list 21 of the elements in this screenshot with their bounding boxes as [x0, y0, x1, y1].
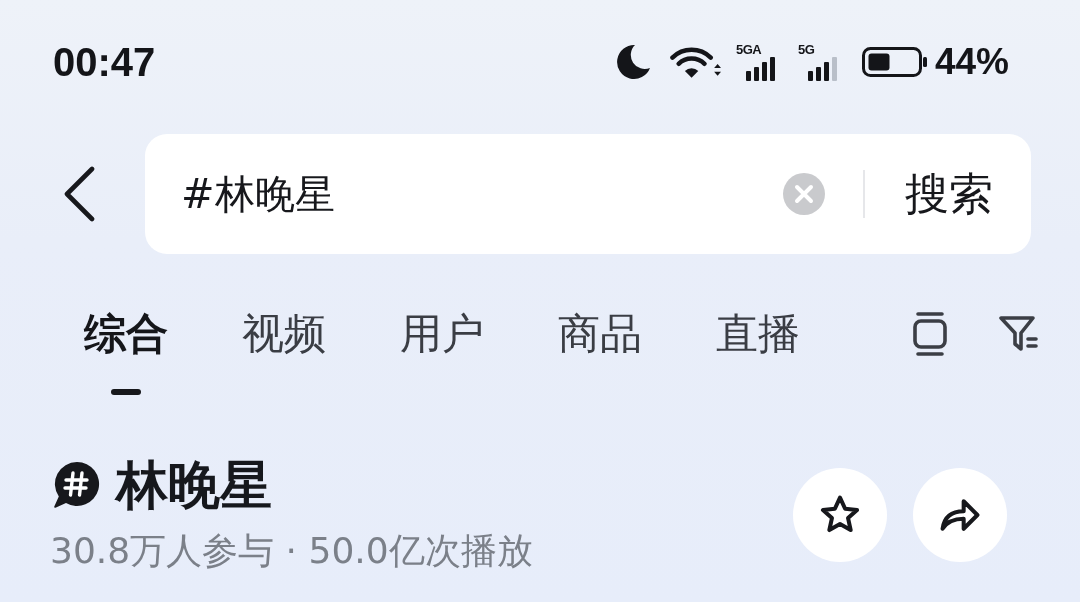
tab[interactable]: 商品 — [558, 308, 642, 360]
filter-icon[interactable] — [998, 315, 1038, 353]
battery-icon — [861, 47, 928, 77]
status-time: 00:47 — [53, 42, 156, 82]
network-label: 5G — [797, 43, 815, 56]
search-button[interactable]: 搜索 — [865, 134, 1031, 254]
signal-bars-icon — [745, 57, 776, 81]
moon-icon — [614, 44, 651, 80]
tab[interactable]: 用户 — [400, 308, 484, 360]
framed-square-icon[interactable] — [912, 311, 948, 357]
tab[interactable]: 视频 — [242, 308, 326, 360]
tab[interactable]: 综合 — [84, 308, 168, 360]
search-field[interactable]: #林晚星 — [145, 134, 773, 254]
hashtag-bubble-icon — [52, 461, 100, 509]
battery-percentage: 44% — [934, 42, 1009, 82]
back-chevron-icon — [62, 166, 96, 222]
network-label: 5GA — [735, 43, 762, 56]
topic-title: 林晚星 — [116, 456, 272, 514]
signal-bars-icon — [807, 57, 838, 81]
topic-stats: 30.8万人参与 · 50.0亿次播放 — [50, 529, 533, 573]
tab[interactable]: 直播 — [716, 308, 800, 360]
